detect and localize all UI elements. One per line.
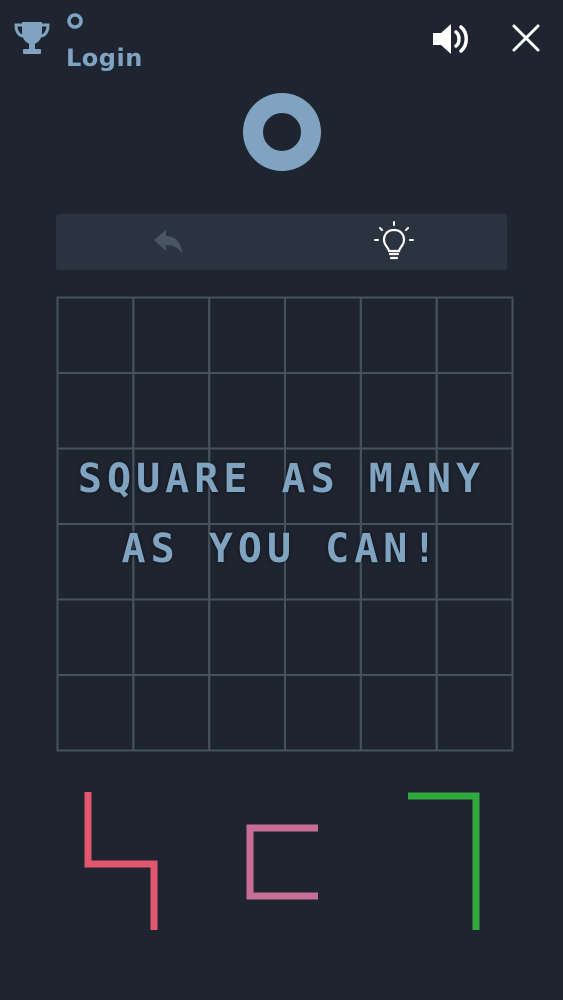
grid-cell[interactable] [435,523,514,601]
grid-cell[interactable] [56,598,135,676]
grid-cell[interactable] [208,447,287,525]
grid-cell[interactable] [56,523,135,601]
grid-cell[interactable] [359,447,438,525]
login-link[interactable]: Login [66,44,143,72]
grid-cell[interactable] [284,523,362,601]
score-display-icon [243,93,321,171]
grid-cell[interactable] [359,372,438,450]
grid-cell[interactable] [435,674,514,752]
piece-1-path [84,792,158,930]
grid-cell[interactable] [208,598,287,676]
grid-cell[interactable] [435,372,514,450]
grid-cell[interactable] [208,296,287,374]
grid-cell[interactable] [56,296,135,374]
grid-cell[interactable] [359,296,438,374]
sound-icon[interactable] [430,20,470,58]
grid-cell[interactable] [284,372,362,450]
grid-cell[interactable] [56,372,135,450]
grid-cell[interactable] [359,598,438,676]
piece-corner[interactable] [402,788,486,936]
grid-cell[interactable] [132,447,211,525]
piece-3-path [408,792,480,930]
grid-cell[interactable] [284,296,362,374]
piece-2-path [246,824,318,900]
grid-cell[interactable] [435,296,514,374]
piece-z-step[interactable] [80,788,164,936]
grid-cell[interactable] [284,674,362,752]
score-ring-icon [67,13,83,29]
grid-cell[interactable] [132,372,211,450]
toolbar [56,214,507,270]
grid-cell[interactable] [56,674,135,752]
grid-cell[interactable] [208,523,287,601]
grid-cell[interactable] [208,372,287,450]
undo-icon[interactable] [146,222,188,262]
grid-cell[interactable] [359,523,438,601]
grid-cell[interactable] [208,674,287,752]
grid-cell[interactable] [56,447,135,525]
grid-cell[interactable] [284,447,362,525]
grid-cell[interactable] [132,296,211,374]
trophy-icon[interactable] [12,18,52,58]
hint-lightbulb-icon[interactable] [372,220,416,264]
grid-cell[interactable] [284,598,362,676]
grid-cell[interactable] [359,674,438,752]
grid-cell[interactable] [435,598,514,676]
piece-c-bracket[interactable] [242,822,324,902]
grid-cell[interactable] [132,523,211,601]
grid-cell[interactable] [132,674,211,752]
grid-cell[interactable] [435,447,514,525]
close-icon[interactable] [510,22,542,54]
grid-cell[interactable] [132,598,211,676]
game-board[interactable] [56,296,514,752]
